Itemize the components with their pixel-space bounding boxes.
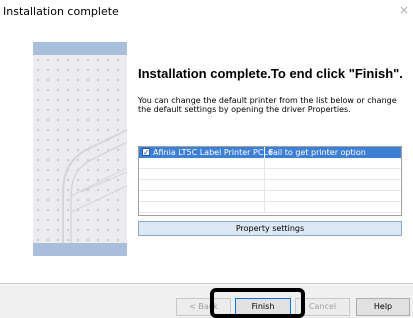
title-bar: Installation complete × — [0, 0, 413, 23]
close-icon[interactable]: × — [399, 3, 409, 17]
empty-row-cell — [139, 158, 265, 168]
empty-row — [139, 180, 401, 191]
printer-status: Fail to get printer option — [269, 148, 366, 157]
content-area: Installation complete.To end click "Fini… — [0, 23, 413, 283]
printer-name: Afinia LT5C Label Printer PCL6 — [153, 148, 273, 157]
empty-row — [139, 202, 401, 213]
side-illustration — [33, 42, 127, 256]
empty-row — [139, 191, 401, 202]
checkbox-checked-icon[interactable]: ✓ — [142, 148, 150, 157]
installer-window: Installation complete × Installation com… — [0, 0, 413, 318]
empty-row-cell — [139, 169, 265, 179]
help-button[interactable]: Help — [356, 298, 410, 316]
printer-list[interactable]: ✓ Afinia LT5C Label Printer PCL6 Fail to… — [138, 146, 402, 216]
empty-row-cell — [139, 202, 265, 212]
printer-illustration-icon — [62, 129, 127, 256]
window-title: Installation complete — [3, 5, 119, 18]
printer-row[interactable]: ✓ Afinia LT5C Label Printer PCL6 Fail to… — [139, 147, 401, 158]
empty-row-cell — [139, 191, 265, 201]
finish-highlight-box — [210, 288, 305, 318]
page-heading: Installation complete.To end click "Fini… — [138, 66, 403, 81]
printer-name-cell: ✓ Afinia LT5C Label Printer PCL6 — [139, 147, 273, 158]
empty-row — [139, 169, 401, 180]
side-stripe-top — [33, 42, 127, 55]
footer-divider-light — [0, 284, 413, 285]
property-settings-button[interactable]: Property settings — [138, 221, 402, 236]
description-text: You can change the default printer from … — [138, 96, 397, 114]
side-stripe-bottom — [33, 243, 127, 256]
empty-row-cell — [139, 180, 265, 190]
empty-row — [139, 158, 401, 169]
